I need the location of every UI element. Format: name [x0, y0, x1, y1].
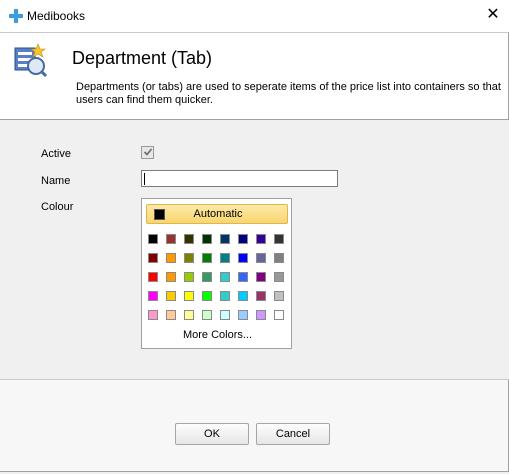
- colour-swatch[interactable]: [148, 234, 158, 244]
- colour-swatch[interactable]: [256, 291, 266, 301]
- colour-swatch[interactable]: [148, 253, 158, 263]
- colour-swatch[interactable]: [220, 272, 230, 282]
- colour-swatch[interactable]: [274, 310, 284, 320]
- active-checkbox[interactable]: [141, 146, 154, 159]
- ok-button[interactable]: OK: [175, 423, 249, 445]
- close-icon: ✕: [486, 6, 500, 23]
- colour-swatch[interactable]: [184, 272, 194, 282]
- window-title: Medibooks: [27, 9, 86, 23]
- active-label: Active: [41, 148, 71, 160]
- colour-swatch[interactable]: [220, 310, 230, 320]
- name-label: Name: [41, 175, 71, 187]
- colour-label: Colour: [41, 201, 74, 213]
- colour-swatch[interactable]: [238, 234, 248, 244]
- colour-swatch[interactable]: [220, 291, 230, 301]
- colour-swatch[interactable]: [274, 253, 284, 263]
- colour-swatch[interactable]: [220, 234, 230, 244]
- cancel-button[interactable]: Cancel: [256, 423, 330, 445]
- colour-swatch[interactable]: [202, 291, 212, 301]
- colour-swatch[interactable]: [148, 272, 158, 282]
- colour-swatch[interactable]: [256, 253, 266, 263]
- colour-swatch[interactable]: [148, 291, 158, 301]
- colour-swatch[interactable]: [166, 291, 176, 301]
- colour-swatch[interactable]: [184, 291, 194, 301]
- automatic-colour-button[interactable]: Automatic: [146, 204, 288, 224]
- colour-swatch[interactable]: [256, 234, 266, 244]
- colour-swatch[interactable]: [184, 234, 194, 244]
- title-bar: Medibooks ✕: [0, 0, 509, 32]
- medibooks-plus-icon: [9, 9, 23, 23]
- colour-swatch[interactable]: [238, 253, 248, 263]
- colour-swatch[interactable]: [202, 272, 212, 282]
- colour-swatch[interactable]: [166, 310, 176, 320]
- header-panel: Department (Tab) Departments (or tabs) a…: [0, 32, 509, 120]
- automatic-label: Automatic: [193, 208, 243, 220]
- colour-swatch[interactable]: [202, 253, 212, 263]
- colour-swatch[interactable]: [274, 272, 284, 282]
- colour-swatch[interactable]: [166, 253, 176, 263]
- colour-picker-dropdown: Automatic More Colors...: [141, 198, 292, 349]
- checkmark-icon: [143, 148, 153, 156]
- footer-panel: OK Cancel: [0, 380, 509, 472]
- page-title: Department (Tab): [72, 48, 213, 68]
- page-description: Departments (or tabs) are used to sepera…: [76, 81, 501, 106]
- text-caret: [144, 173, 145, 185]
- colour-swatch[interactable]: [166, 234, 176, 244]
- name-input[interactable]: [141, 170, 338, 187]
- department-tab-icon: [14, 43, 48, 78]
- colour-swatch[interactable]: [274, 291, 284, 301]
- colour-swatch[interactable]: [238, 272, 248, 282]
- colour-swatch[interactable]: [202, 234, 212, 244]
- colour-swatch[interactable]: [166, 272, 176, 282]
- colour-swatch[interactable]: [256, 272, 266, 282]
- colour-swatch[interactable]: [220, 253, 230, 263]
- colour-swatch[interactable]: [184, 253, 194, 263]
- colour-swatch[interactable]: [148, 310, 158, 320]
- colour-swatch[interactable]: [256, 310, 266, 320]
- colour-swatch[interactable]: [274, 234, 284, 244]
- colour-swatch[interactable]: [184, 310, 194, 320]
- colour-swatch[interactable]: [202, 310, 212, 320]
- more-colors-button[interactable]: More Colors...: [142, 329, 293, 341]
- colour-swatch[interactable]: [238, 310, 248, 320]
- colour-swatch[interactable]: [238, 291, 248, 301]
- close-button[interactable]: ✕: [480, 4, 506, 28]
